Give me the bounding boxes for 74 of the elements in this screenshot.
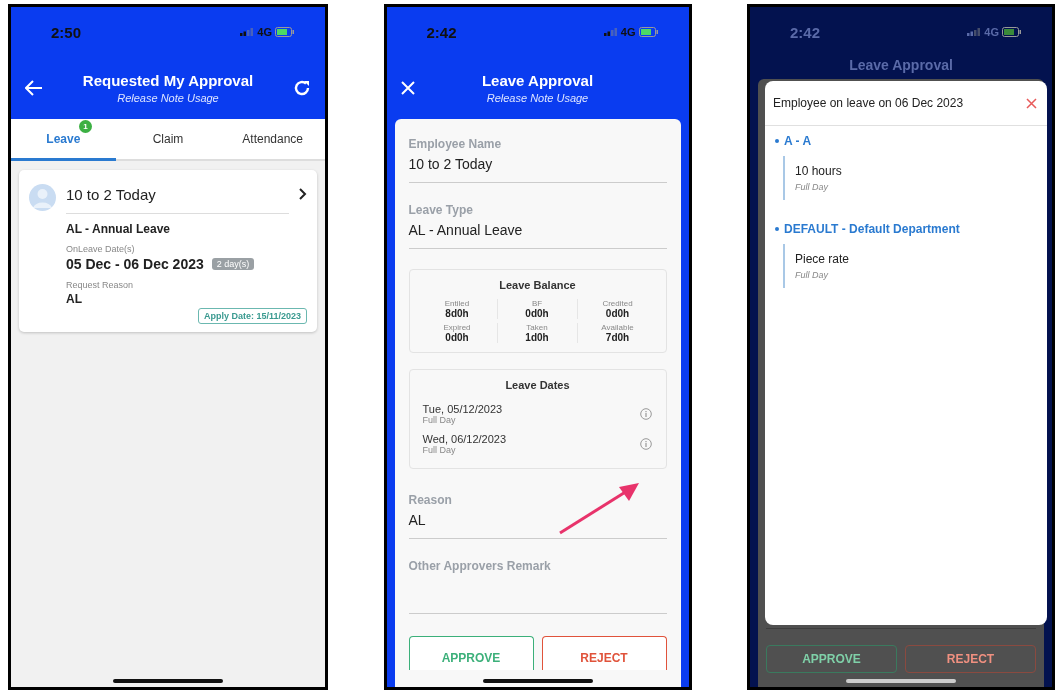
field-value: AL [408,512,427,528]
balance-value: 0d0h [445,332,469,343]
screen-subtitle: Release Note Usage [117,92,219,104]
network-label: 4G [984,26,999,38]
approve-button[interactable]: APPROVE [766,645,897,673]
day-portion: Full Day [422,445,457,455]
status-time: 2:50 [51,23,82,41]
close-button[interactable] [1024,95,1039,111]
balance-value: 1d0h [525,332,549,343]
leave-dates: 05 Dec - 06 Dec 2023 [66,256,204,272]
field-label: Reason [408,493,453,507]
balance-label: BF [531,299,543,308]
field-label: Employee Name [408,137,503,151]
bullet-icon [775,139,779,143]
approve-button[interactable]: APPROVE [408,636,534,670]
network-label: 4G [620,26,636,38]
field-value: 10 to 2 Today [408,156,494,172]
network-label: 4G [257,26,272,38]
balance-label: Taken [526,323,548,332]
reason-value: AL [66,292,83,306]
request-card[interactable]: 10 to 2 Today AL - Annual Leave OnLeave Date(s) 05 Dec - 06 Dec 2023 2 day(s) Request Reason AL Apply Date: 15/11/2023 [19,170,317,332]
screen-title: Requested My Approval [82,72,254,89]
count-badge: 1 [79,120,92,133]
status-time: 2:42 [790,23,821,41]
bullet-icon [775,227,779,231]
dialog-title: Employee on leave on 06 Dec 2023 [773,96,964,110]
back-arrow-icon[interactable] [25,80,43,96]
tab[interactable]: Attendance [220,119,325,161]
panel-title: Leave Dates [504,379,571,391]
balance-label: Available [601,323,634,332]
balance-value: 0d0h [605,308,630,319]
reject-button[interactable]: REJECT [541,636,667,670]
reject-button[interactable]: REJECT [905,645,1036,673]
field-label: Leave Type [408,203,474,217]
leave-date: Wed, 06/12/2023 [422,433,507,445]
reason-label: Request Reason [66,280,135,290]
field-label: Other Approvers Remark [408,559,552,573]
field-value: AL - Annual Leave [408,222,524,238]
entry-title: 10 hours [795,164,843,178]
status-time: 2:42 [426,23,457,41]
balance-value: 8d0h [445,308,469,319]
balance-label: Credited [602,299,633,308]
avatar-icon [29,183,56,211]
dates-label: OnLeave Date(s) [66,244,136,254]
battery-icon [1002,27,1022,37]
tab[interactable]: Claim [115,119,221,161]
leave-date: Tue, 05/12/2023 [422,403,503,415]
balance-value: 0d0h [525,308,549,319]
screen-title: Leave Approval [481,72,594,89]
leave-type: AL - Annual Leave [66,222,172,236]
battery-icon [275,27,295,37]
screen-title: Leave Approval [848,57,954,75]
apply-date-badge: Apply Date: 15/11/2023 [197,308,307,324]
signal-icon [967,28,982,36]
day-portion: Full Day [795,270,830,280]
tab[interactable]: Leave 1 [11,119,116,161]
department-name: DEFAULT - Default Department [784,222,960,236]
department-name: A - A [784,134,812,148]
close-icon[interactable] [400,81,415,95]
employee-name: 10 to 2 Today [66,180,289,214]
signal-icon [240,28,255,36]
balance-value: 7d0h [605,332,630,343]
balance-label: Entiled [444,299,470,308]
refresh-icon[interactable] [293,79,311,97]
battery-icon [638,27,659,37]
day-portion: Full Day [795,182,830,192]
days-badge: 2 day(s) [211,258,255,270]
chevron-right-icon[interactable] [299,188,307,200]
entry-title: Piece rate [795,252,851,266]
signal-icon [603,28,618,36]
day-portion: Full Day [422,415,457,425]
panel-title: Leave Balance [498,279,577,291]
screen-subtitle: Release Note Usage [486,92,589,104]
balance-label: Expired [443,323,471,332]
